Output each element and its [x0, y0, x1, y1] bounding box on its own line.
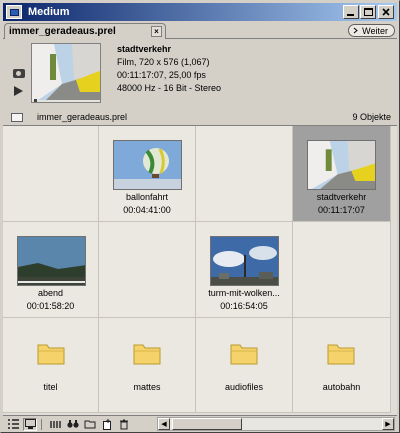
folder-autobahn[interactable]: autobahn: [293, 318, 391, 413]
clip-audio: 48000 Hz - 16 Bit - Stereo: [117, 83, 222, 93]
evening-image: [18, 237, 85, 285]
clip-duration: 00:04:41:00: [123, 205, 171, 215]
clip-thumbnail: [113, 140, 182, 190]
chevron-right-icon: [353, 27, 358, 34]
balloon-image: [114, 141, 181, 189]
folder-name: titel: [43, 382, 58, 392]
clip-format: Film, 720 x 576 (1,067): [117, 57, 210, 67]
clip-duration: 00:01:58:20: [26, 301, 75, 311]
clip-duration: 00:11:17:07, 25,00 fps: [117, 70, 206, 80]
maximize-button[interactable]: [360, 5, 376, 19]
clip-preview: stadtverkehr Film, 720 x 576 (1,067) 00:…: [3, 39, 397, 109]
storyboard-icon: [50, 420, 61, 428]
clip-thumbnail: [210, 236, 279, 286]
clip-name: ballonfahrt: [125, 192, 169, 202]
bottom-toolbar: ◀ ▶: [3, 415, 397, 432]
folder-mattes[interactable]: mattes: [99, 318, 196, 413]
item-count: 9 Objekte: [352, 112, 391, 122]
trash-icon: [120, 419, 128, 429]
bin-path-bar: immer_geradeaus.prel 9 Objekte: [3, 109, 397, 125]
clip-name: stadtverkehr: [316, 192, 367, 202]
clip-thumbnail: [307, 140, 376, 190]
folder-icon: [37, 344, 65, 365]
folder-name: autobahn: [322, 382, 361, 392]
media-grid: ballonfahrt 00:04:41:00 stadtverkehr 00:…: [3, 125, 397, 415]
new-bin-icon: [84, 420, 96, 429]
folder-icon: [133, 344, 161, 365]
grid-cell-empty: [293, 222, 391, 318]
maximize-icon: [363, 8, 373, 16]
project-window: Medium immer_geradeaus.prel × Weiter sta…: [0, 0, 400, 433]
icon-view-icon: [24, 419, 36, 429]
new-item-icon: [102, 418, 111, 430]
clip-name: turm-mit-wolken...: [208, 288, 280, 298]
grid-item-abend[interactable]: abend 00:01:58:20: [3, 222, 99, 318]
horizontal-scrollbar[interactable]: ◀ ▶: [157, 417, 395, 431]
weiter-button[interactable]: Weiter: [348, 24, 395, 37]
close-button[interactable]: [378, 5, 394, 19]
street-scene-image: [308, 141, 375, 189]
folder-name: mattes: [133, 382, 161, 392]
clip-duration: 00:11:17:07: [318, 205, 365, 215]
grid-cell-empty: [99, 222, 196, 318]
minimize-button[interactable]: [343, 5, 359, 19]
new-bin-button[interactable]: [83, 418, 97, 431]
scroll-right-button[interactable]: ▶: [382, 418, 394, 430]
close-icon: [382, 8, 390, 16]
delete-button[interactable]: [117, 418, 131, 431]
grid-cell-empty: [3, 126, 99, 222]
folder-icon: [327, 344, 355, 365]
tab-close-icon[interactable]: ×: [151, 26, 162, 37]
scroll-thumb[interactable]: [172, 418, 242, 430]
camera-icon[interactable]: [13, 69, 25, 78]
clip-info: stadtverkehr Film, 720 x 576 (1,067) 00:…: [117, 43, 221, 95]
folder-audiofiles[interactable]: audiofiles: [196, 318, 293, 413]
tower-clouds-image: [211, 237, 278, 285]
window-title: Medium: [28, 6, 70, 18]
bin-icon[interactable]: [11, 112, 23, 122]
preview-thumbnail[interactable]: [31, 43, 101, 103]
scroll-left-button[interactable]: ◀: [158, 418, 170, 430]
toolbar-separator: [41, 418, 42, 430]
play-icon[interactable]: [14, 86, 23, 96]
grid-cell-empty: [196, 126, 293, 222]
folder-titel[interactable]: titel: [3, 318, 99, 413]
tab-project[interactable]: immer_geradeaus.prel ×: [4, 23, 166, 39]
grid-item-turm-mit-wolken[interactable]: turm-mit-wolken... 00:16:54:05: [196, 222, 293, 318]
find-button[interactable]: [66, 418, 80, 431]
list-view-button[interactable]: [6, 418, 20, 431]
grid-item-ballonfahrt[interactable]: ballonfahrt 00:04:41:00: [99, 126, 196, 222]
clip-thumbnail: [17, 236, 86, 286]
minimize-icon: [347, 14, 354, 16]
grid-item-stadtverkehr[interactable]: stadtverkehr 00:11:17:07: [293, 126, 391, 222]
icon-view-button[interactable]: [23, 417, 37, 431]
app-icon: [6, 5, 22, 19]
bin-label: immer_geradeaus.prel: [37, 112, 128, 122]
tab-bar: immer_geradeaus.prel × Weiter: [3, 22, 397, 39]
storyboard-button[interactable]: [49, 418, 63, 431]
clip-name: abend: [37, 288, 64, 298]
folder-name: audiofiles: [224, 382, 264, 392]
folder-icon: [230, 344, 258, 365]
title-bar[interactable]: Medium: [3, 3, 397, 21]
new-item-button[interactable]: [100, 418, 114, 431]
tab-label: immer_geradeaus.prel: [9, 26, 116, 37]
clip-duration: 00:16:54:05: [220, 301, 268, 311]
street-scene-image: [32, 44, 100, 102]
clip-name: stadtverkehr: [117, 44, 172, 54]
binoculars-icon: [67, 420, 79, 428]
list-view-icon: [7, 419, 19, 429]
weiter-label: Weiter: [362, 25, 388, 36]
